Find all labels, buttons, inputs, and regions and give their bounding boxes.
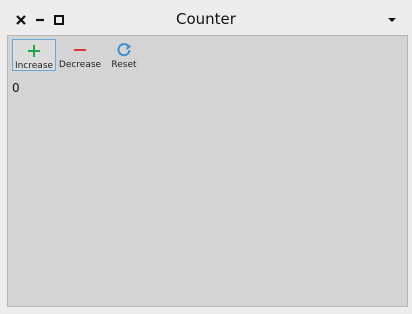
close-icon[interactable]: [13, 12, 29, 28]
increase-button[interactable]: Increase: [12, 39, 56, 71]
decrease-button[interactable]: Decrease: [58, 39, 102, 71]
minimize-icon[interactable]: [32, 12, 48, 28]
counter-panel: Increase Decrease Reset 0: [7, 35, 408, 307]
minus-icon: [74, 49, 86, 51]
refresh-icon: [117, 43, 132, 57]
reset-label: Reset: [111, 60, 137, 70]
counter-value: 0: [12, 81, 20, 95]
plus-icon: [28, 45, 40, 57]
reset-button[interactable]: Reset: [102, 39, 146, 71]
increase-label: Increase: [14, 61, 54, 71]
maximize-icon[interactable]: [51, 12, 67, 28]
app-window: Counter Increase Decrease Reset 0: [0, 0, 412, 314]
decrease-label: Decrease: [58, 60, 102, 70]
chevron-down-icon[interactable]: [384, 12, 400, 28]
title-bar[interactable]: Counter: [0, 0, 412, 36]
